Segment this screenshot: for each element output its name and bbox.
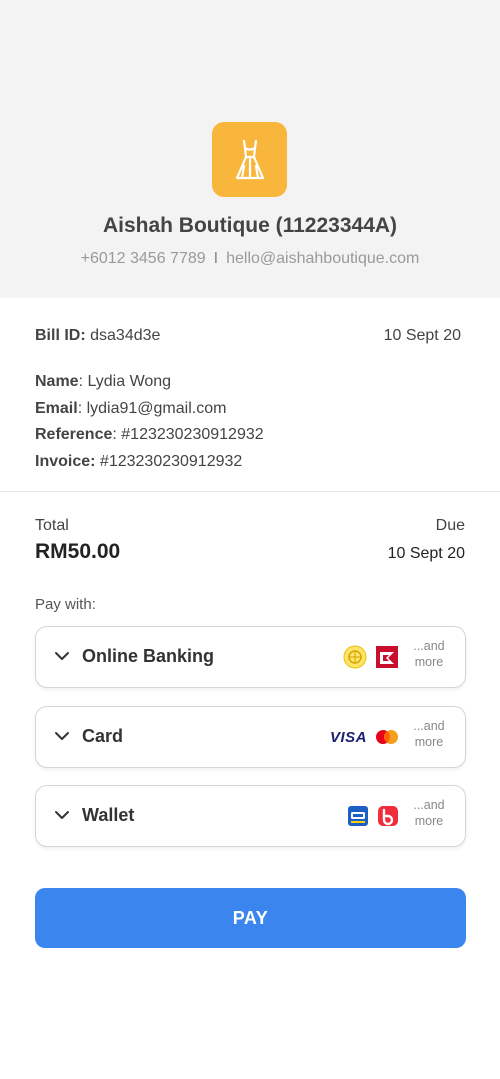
merchant-name: Aishah Boutique (11223344A) (102, 214, 398, 237)
due-date: 10 Sept 20 (387, 545, 465, 562)
chevron-down-icon (55, 652, 69, 660)
contact-separator: I (213, 250, 219, 267)
dress-icon (235, 139, 264, 179)
payment-method-online-banking[interactable]: Online Banking ...and more (35, 626, 466, 688)
payment-method-label: Online Banking (82, 646, 215, 666)
more-options-text: ...and more (413, 719, 445, 749)
reference-row: Reference: #123230230912932 (35, 422, 264, 449)
payment-method-label: Card (82, 726, 124, 746)
pay-button[interactable]: PAY (35, 888, 466, 948)
total-label: Total (35, 517, 69, 534)
maybank-logo-icon (343, 645, 367, 669)
merchant-header: Aishah Boutique (11223344A) +6012 3456 7… (0, 0, 500, 298)
wallet-logos (347, 804, 399, 828)
pay-with-label: Pay with: (35, 596, 96, 613)
customer-email-row: Email: lydia91@gmail.com (35, 396, 264, 423)
customer-name-value: : Lydia Wong (78, 373, 172, 390)
total-amount: RM50.00 (35, 540, 121, 563)
bill-id-label: Bill ID: (35, 327, 86, 344)
bill-id-row: Bill ID: dsa34d3e 10 Sept 20 (35, 327, 461, 345)
customer-email-label: Email (35, 399, 78, 417)
touch-n-go-logo-icon (348, 806, 368, 826)
customer-details: Name: Lydia Wong Email: lydia91@gmail.co… (35, 369, 264, 475)
customer-name-label: Name (35, 373, 79, 390)
merchant-phone[interactable]: +6012 3456 7789 (81, 250, 206, 267)
bill-date: 10 Sept 20 (383, 327, 461, 344)
card-logos: VISA (330, 725, 399, 749)
customer-email-value: : lydia91@gmail.com (77, 399, 227, 417)
boost-logo-icon (378, 806, 398, 826)
reference-value: : #123230230912932 (112, 426, 264, 443)
due-label: Due (435, 517, 465, 534)
payment-method-card[interactable]: Card VISA ...and more (35, 706, 466, 768)
bill-id: Bill ID: dsa34d3e (35, 327, 160, 345)
chevron-down-icon (55, 811, 69, 819)
cimb-logo-icon (376, 646, 398, 668)
section-divider (0, 491, 500, 492)
merchant-email[interactable]: hello@aishahboutique.com (226, 250, 419, 267)
payment-method-wallet[interactable]: Wallet ...and more (35, 785, 466, 847)
invoice-label: Invoice: (35, 452, 96, 470)
more-options-text: ...and more (413, 798, 445, 828)
invoice-value: #123230230912932 (99, 452, 243, 470)
chevron-down-icon (55, 732, 69, 740)
mastercard-logo-icon (376, 730, 398, 744)
invoice-row: Invoice: #123230230912932 (35, 449, 264, 476)
bank-logos (343, 645, 399, 669)
visa-logo-icon: VISA (329, 728, 367, 746)
reference-label: Reference (35, 426, 113, 443)
payment-method-label: Wallet (82, 805, 135, 825)
customer-name-row: Name: Lydia Wong (35, 369, 264, 396)
merchant-contact: +6012 3456 7789 Ihello@aishahboutique.com (0, 250, 500, 268)
bill-id-value: dsa34d3e (90, 327, 161, 344)
merchant-logo (212, 122, 287, 197)
more-options-text: ...and more (413, 639, 445, 669)
